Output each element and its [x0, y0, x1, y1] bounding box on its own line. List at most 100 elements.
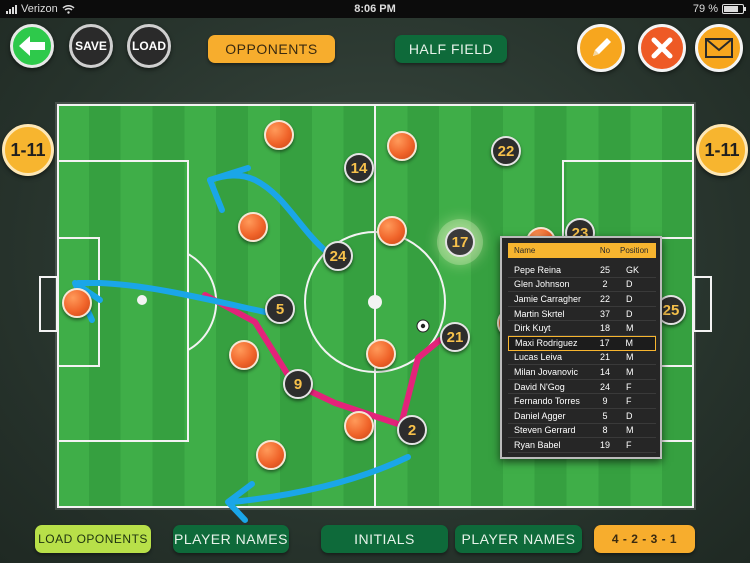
roster-row[interactable]: Steven Gerrard 8 M: [508, 424, 656, 439]
roster-position: M: [626, 425, 634, 436]
roster-name: Jamie Carragher: [514, 293, 582, 304]
formation-button[interactable]: 4 - 2 - 3 - 1: [594, 525, 695, 553]
battery-percent: 79 %: [692, 3, 718, 15]
roster-row[interactable]: Jamie Carragher 22 D: [508, 292, 656, 307]
opponent-player[interactable]: [264, 120, 294, 150]
left-team-badge[interactable]: 1-11: [2, 124, 54, 176]
roster-panel[interactable]: Name No Position Pepe Reina 25 GK Glen John…: [500, 236, 662, 459]
player-marker-21[interactable]: 21: [440, 322, 470, 352]
roster-number: 17: [599, 338, 610, 349]
roster-row[interactable]: Martin Skrtel 37 D: [508, 307, 656, 322]
roster-row[interactable]: Milan Jovanovic 14 M: [508, 365, 656, 380]
roster-name: Maxi Rodriguez: [515, 338, 578, 349]
roster-number: 5: [602, 410, 608, 421]
roster-row[interactable]: Pepe Reina 25 GK: [508, 263, 656, 278]
arrow-left-icon: [19, 36, 45, 56]
player-names-left-button[interactable]: PLAYER NAMES: [173, 525, 289, 553]
player-marker-22[interactable]: 22: [491, 136, 521, 166]
opponent-player[interactable]: [62, 288, 92, 318]
signal-icon: [6, 4, 17, 14]
roster-name: Daniel Agger: [514, 410, 566, 421]
roster-position: M: [625, 338, 633, 349]
roster-position: F: [626, 439, 632, 450]
roster-row[interactable]: Glen Johnson 2 D: [508, 278, 656, 293]
roster-header-no: No: [599, 246, 611, 255]
roster-name: Dirk Kuyt: [514, 323, 551, 334]
half-field-button[interactable]: HALF FIELD: [395, 35, 507, 63]
roster-header-name: Name: [514, 246, 536, 255]
initials-button[interactable]: INITIALS: [321, 525, 448, 553]
envelope-icon: [705, 38, 733, 58]
roster-number: 19: [599, 439, 610, 450]
roster-name: Fernando Torres: [514, 396, 580, 407]
roster-position: D: [626, 279, 633, 290]
roster-number: 21: [599, 352, 610, 363]
roster-row[interactable]: David N'Gog 24 F: [508, 380, 656, 395]
opponents-button[interactable]: OPPONENTS: [208, 35, 335, 63]
roster-position: D: [626, 410, 633, 421]
opponent-player[interactable]: [229, 340, 259, 370]
wifi-icon: [62, 5, 75, 14]
player-marker-17[interactable]: 17: [445, 227, 475, 257]
roster-row[interactable]: Ryan Babel 19 F: [508, 438, 656, 453]
player-marker-14[interactable]: 14: [344, 153, 374, 183]
roster-position: M: [626, 323, 634, 334]
load-opponents-button[interactable]: LOAD OPONENTS: [35, 525, 151, 553]
roster-number: 8: [602, 425, 608, 436]
roster-row[interactable]: Fernando Torres 9 F: [508, 394, 656, 409]
roster-number: 24: [599, 381, 610, 392]
right-team-badge[interactable]: 1-11: [696, 124, 748, 176]
save-button[interactable]: SAVE: [69, 24, 113, 68]
close-icon: [651, 37, 673, 59]
roster-name: Martin Skrtel: [514, 308, 565, 319]
roster-name: Glen Johnson: [514, 279, 570, 290]
roster-position: GK: [626, 264, 640, 275]
roster-name: Milan Jovanovic: [514, 366, 579, 377]
roster-number: 22: [599, 293, 610, 304]
opponent-player[interactable]: [256, 440, 286, 470]
status-right: 79 %: [692, 3, 746, 15]
roster-position: M: [626, 366, 634, 377]
carrier-label: Verizon: [21, 3, 58, 15]
roster-row[interactable]: Daniel Agger 5 D: [508, 409, 656, 424]
roster-position: M: [626, 352, 634, 363]
status-bar: Verizon 8:06 PM 79 %: [0, 0, 750, 18]
player-marker-2[interactable]: 2: [397, 415, 427, 445]
roster-list: Pepe Reina 25 GK Glen Johnson 2 D Jamie Carrag…: [508, 263, 656, 453]
roster-position: D: [626, 293, 633, 304]
roster-row[interactable]: Lucas Leiva 21 M: [508, 351, 656, 366]
roster-number: 37: [599, 308, 610, 319]
status-time: 8:06 PM: [354, 3, 396, 15]
pencil-icon: [593, 38, 611, 56]
opponent-player[interactable]: [366, 339, 396, 369]
status-left: Verizon: [6, 3, 75, 15]
player-marker-5[interactable]: 5: [265, 294, 295, 324]
opponent-player[interactable]: [377, 216, 407, 246]
roster-number: 18: [599, 323, 610, 334]
opponent-player[interactable]: [387, 131, 417, 161]
mail-button[interactable]: [695, 24, 743, 72]
load-button[interactable]: LOAD: [127, 24, 171, 68]
player-names-right-button[interactable]: PLAYER NAMES: [455, 525, 582, 553]
pencil-button[interactable]: [577, 24, 625, 72]
roster-position: D: [626, 308, 633, 319]
roster-name: Pepe Reina: [514, 264, 562, 275]
roster-number: 2: [602, 279, 608, 290]
player-marker-24[interactable]: 24: [323, 241, 353, 271]
roster-number: 14: [599, 366, 610, 377]
opponent-player[interactable]: [344, 411, 374, 441]
roster-number: 25: [599, 264, 610, 275]
roster-name: Steven Gerrard: [514, 425, 576, 436]
roster-position: F: [626, 381, 632, 392]
roster-name: David N'Gog: [514, 381, 565, 392]
clear-button[interactable]: [638, 24, 686, 72]
roster-position: F: [626, 396, 632, 407]
player-marker-9[interactable]: 9: [283, 369, 313, 399]
roster-row[interactable]: Dirk Kuyt 18 M: [508, 321, 656, 336]
battery-fill: [724, 6, 739, 12]
roster-header-position: Position: [620, 246, 649, 255]
opponent-player[interactable]: [238, 212, 268, 242]
roster-row[interactable]: Maxi Rodriguez 17 M: [508, 335, 656, 351]
back-button[interactable]: [10, 24, 54, 68]
roster-number: 9: [602, 396, 608, 407]
